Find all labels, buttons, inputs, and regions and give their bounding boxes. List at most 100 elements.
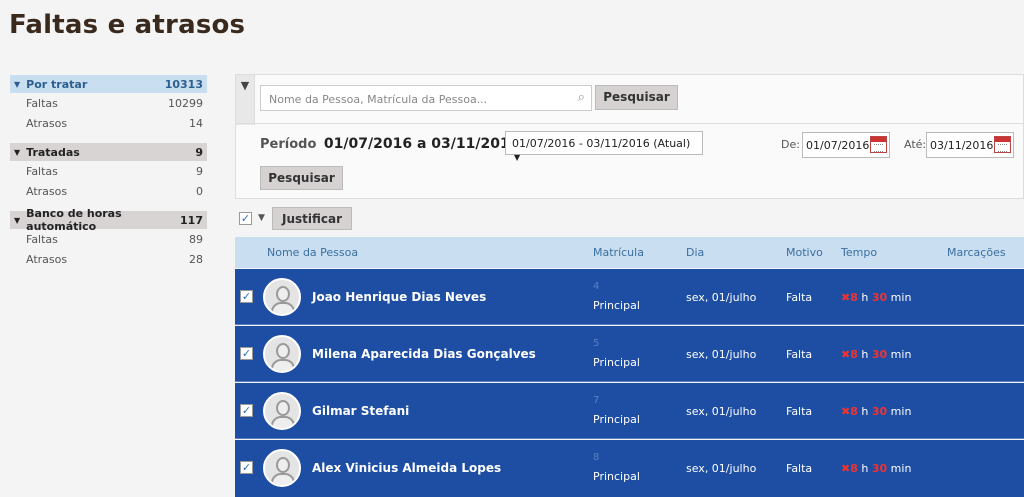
table-row[interactable]: ✓ Alex Vinicius Almeida Lopes 8 Principa… bbox=[235, 440, 1024, 497]
justificar-button[interactable]: Justificar bbox=[272, 207, 352, 230]
sidebar-item-count: 28 bbox=[189, 252, 203, 266]
col-motivo[interactable]: Motivo bbox=[786, 246, 823, 259]
avatar bbox=[263, 449, 301, 487]
sidebar: ▼ Por tratar 10313 Faltas 10299 Atrasos … bbox=[10, 75, 207, 279]
collapse-triangle-icon: ▼ bbox=[14, 147, 21, 157]
search-icon[interactable]: ⌕ bbox=[578, 90, 585, 105]
date-to-input[interactable]: 03/11/2016 bbox=[926, 132, 1014, 158]
matricula-number: 7 bbox=[593, 395, 600, 406]
matricula-number: 8 bbox=[593, 452, 600, 463]
sidebar-group-header[interactable]: ▼ Banco de horas automático 117 bbox=[10, 207, 207, 233]
chevron-down-icon[interactable]: ▼ bbox=[258, 213, 265, 223]
motivo: Falta bbox=[786, 348, 813, 361]
filter-panel: ▼ Nome da Pessoa, Matrícula da Pessoa...… bbox=[235, 74, 1024, 199]
sidebar-item-atrasos[interactable]: Atrasos 14 bbox=[10, 113, 207, 133]
sidebar-group-label: Por tratar bbox=[26, 77, 88, 91]
sidebar-group-tratadas: ▼ Tratadas 9 Faltas 9 Atrasos 0 bbox=[10, 143, 207, 201]
sidebar-group-header[interactable]: ▼ Tratadas 9 bbox=[10, 143, 207, 161]
collapse-triangle-icon: ▼ bbox=[14, 215, 21, 225]
page-title: Faltas e atrasos bbox=[9, 10, 246, 40]
date-to-value: 03/11/2016 bbox=[930, 139, 994, 152]
collapse-triangle-icon: ▼ bbox=[14, 79, 21, 89]
motivo: Falta bbox=[786, 291, 813, 304]
search-placeholder: Nome da Pessoa, Matrícula da Pessoa... bbox=[269, 93, 488, 106]
matricula: Principal bbox=[593, 470, 640, 483]
sidebar-item-faltas[interactable]: Faltas 9 bbox=[10, 161, 207, 181]
matricula-number: 5 bbox=[593, 338, 600, 349]
period-select-value: 01/07/2016 - 03/11/2016 (Atual) bbox=[512, 137, 691, 150]
de-label: De: bbox=[781, 138, 800, 151]
sidebar-item-count: 14 bbox=[189, 116, 203, 130]
periodo-text: Período bbox=[260, 137, 317, 152]
date-from-value: 01/07/2016 bbox=[806, 139, 870, 152]
sidebar-item-atrasos[interactable]: Atrasos 0 bbox=[10, 181, 207, 201]
table-header: Nome da Pessoa Matrícula Dia Motivo Temp… bbox=[235, 237, 1024, 268]
row-checkbox[interactable]: ✓ bbox=[240, 347, 253, 360]
tempo: ✖8 h 30 min bbox=[841, 462, 912, 475]
matricula-number: 4 bbox=[593, 281, 600, 292]
sidebar-group-header[interactable]: ▼ Por tratar 10313 bbox=[10, 75, 207, 93]
cross-icon: ✖ bbox=[841, 462, 851, 475]
select-all-checkbox[interactable]: ✓ bbox=[239, 212, 252, 225]
periodo-label: Período 01/07/2016 a 03/11/2016 bbox=[260, 136, 519, 152]
sidebar-group-label: Banco de horas automático bbox=[26, 207, 122, 233]
col-tempo[interactable]: Tempo bbox=[841, 246, 877, 259]
dia: sex, 01/julho bbox=[686, 348, 757, 361]
sidebar-item-label: Atrasos bbox=[26, 252, 68, 266]
avatar bbox=[263, 278, 301, 316]
dia: sex, 01/julho bbox=[686, 462, 757, 475]
pesquisar-button[interactable]: Pesquisar bbox=[260, 166, 343, 190]
person-name[interactable]: Joao Henrique Dias Neves bbox=[312, 290, 486, 304]
matricula: Principal bbox=[593, 413, 640, 426]
col-matricula[interactable]: Matrícula bbox=[593, 246, 644, 259]
search-button[interactable]: Pesquisar bbox=[595, 85, 678, 110]
chevron-down-icon: ▼ bbox=[514, 153, 521, 162]
table-row[interactable]: ✓ Milena Aparecida Dias Gonçalves 5 Prin… bbox=[235, 326, 1024, 382]
table-row[interactable]: ✓ Gilmar Stefani 7 Principal sex, 01/jul… bbox=[235, 383, 1024, 439]
sidebar-item-atrasos[interactable]: Atrasos 28 bbox=[10, 249, 207, 269]
date-from-input[interactable]: 01/07/2016 bbox=[802, 132, 890, 158]
period-select[interactable]: 01/07/2016 - 03/11/2016 (Atual) ▼ bbox=[505, 131, 703, 162]
sidebar-item-label: Faltas bbox=[26, 164, 58, 178]
sidebar-item-faltas[interactable]: Faltas 10299 bbox=[10, 93, 207, 113]
sidebar-group-por-tratar: ▼ Por tratar 10313 Faltas 10299 Atrasos … bbox=[10, 75, 207, 133]
sidebar-item-count: 9 bbox=[196, 164, 203, 178]
avatar bbox=[263, 335, 301, 373]
calendar-icon[interactable] bbox=[870, 136, 887, 153]
cross-icon: ✖ bbox=[841, 348, 851, 361]
search-input[interactable]: Nome da Pessoa, Matrícula da Pessoa... ⌕ bbox=[260, 85, 592, 111]
row-checkbox[interactable]: ✓ bbox=[240, 461, 253, 474]
sidebar-item-label: Atrasos bbox=[26, 116, 68, 130]
motivo: Falta bbox=[786, 405, 813, 418]
sidebar-group-count: 117 bbox=[180, 213, 203, 227]
tempo: ✖8 h 30 min bbox=[841, 291, 912, 304]
sidebar-group-count: 10313 bbox=[164, 77, 203, 91]
ate-label: Até: bbox=[904, 138, 927, 151]
table-row[interactable]: ✓ Joao Henrique Dias Neves 4 Principal s… bbox=[235, 269, 1024, 325]
sidebar-item-count: 89 bbox=[189, 232, 203, 246]
person-name[interactable]: Gilmar Stefani bbox=[312, 404, 409, 418]
sidebar-item-count: 10299 bbox=[168, 96, 203, 110]
cross-icon: ✖ bbox=[841, 291, 851, 304]
filter-icon[interactable]: ▼ bbox=[236, 75, 255, 125]
person-name[interactable]: Alex Vinicius Almeida Lopes bbox=[312, 461, 501, 475]
matricula: Principal bbox=[593, 356, 640, 369]
divider bbox=[236, 123, 1023, 124]
sidebar-item-count: 0 bbox=[196, 184, 203, 198]
col-nome[interactable]: Nome da Pessoa bbox=[267, 246, 358, 259]
sidebar-group-banco-de-horas: ▼ Banco de horas automático 117 Faltas 8… bbox=[10, 207, 207, 269]
calendar-icon[interactable] bbox=[994, 136, 1011, 153]
dia: sex, 01/julho bbox=[686, 405, 757, 418]
avatar bbox=[263, 392, 301, 430]
row-checkbox[interactable]: ✓ bbox=[240, 404, 253, 417]
tempo: ✖8 h 30 min bbox=[841, 348, 912, 361]
col-marcacoes[interactable]: Marcações bbox=[947, 246, 1006, 259]
sidebar-item-label: Faltas bbox=[26, 232, 58, 246]
person-name[interactable]: Milena Aparecida Dias Gonçalves bbox=[312, 347, 536, 361]
col-dia[interactable]: Dia bbox=[686, 246, 704, 259]
sidebar-group-label: Tratadas bbox=[26, 145, 80, 159]
row-checkbox[interactable]: ✓ bbox=[240, 290, 253, 303]
motivo: Falta bbox=[786, 462, 813, 475]
tempo: ✖8 h 30 min bbox=[841, 405, 912, 418]
periodo-range: 01/07/2016 a 03/11/2016 bbox=[323, 136, 520, 152]
